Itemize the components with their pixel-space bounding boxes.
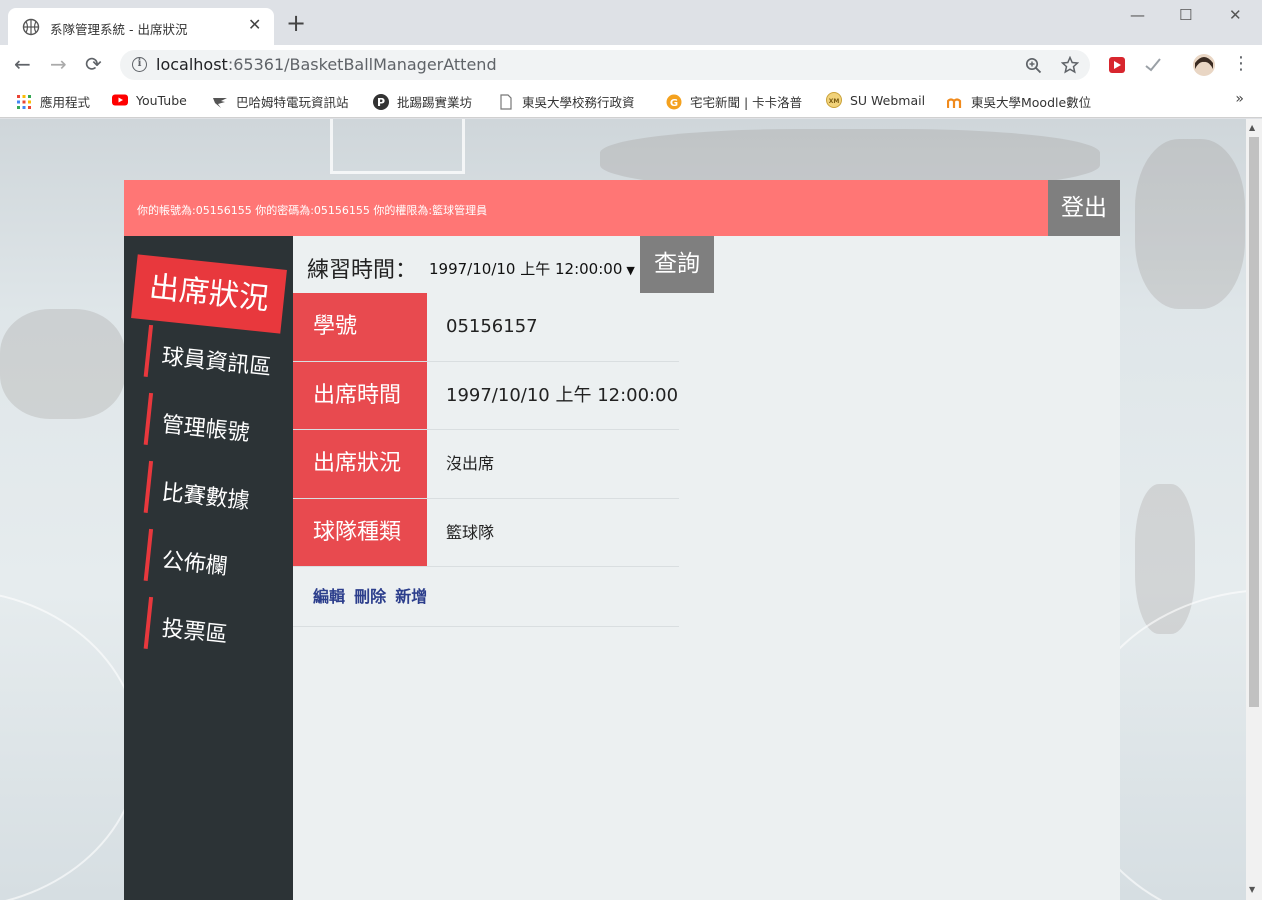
menu-accent-bar bbox=[143, 460, 154, 513]
bookmarks-overflow-icon[interactable]: » bbox=[1235, 91, 1244, 107]
sidebar-item-label: 公佈欄 bbox=[160, 548, 229, 581]
detail-value: 籃球隊 bbox=[446, 522, 495, 542]
scroll-thumb[interactable] bbox=[1249, 137, 1259, 707]
basketball-icon bbox=[22, 18, 40, 36]
gamer-news-icon: G bbox=[666, 94, 682, 109]
bookmark-scu-admin[interactable]: 東吳大學校務行政資 bbox=[498, 92, 635, 111]
close-window-icon[interactable]: ✕ bbox=[1229, 6, 1242, 24]
bookmarks-bar: 應用程式 YouTube 巴哈姆特電玩資訊站 P 批踢踢實業坊 東吳大學校務行政… bbox=[0, 85, 1262, 118]
scroll-down-icon[interactable]: ▼ bbox=[1249, 885, 1255, 894]
browser-toolbar: ← → ⟳ i localhost:65361/BasketBallManage… bbox=[0, 45, 1262, 85]
page-icon bbox=[500, 93, 512, 110]
sidebar-item-game-stats[interactable]: 比賽數據 bbox=[143, 460, 289, 527]
sidebar-item-label: 投票區 bbox=[160, 616, 229, 649]
practice-time-label: 練習時間： bbox=[307, 258, 418, 283]
address-bar[interactable]: i localhost:65361/BasketBallManagerAtten… bbox=[120, 50, 1090, 80]
detail-row: 出席狀況 沒出席 bbox=[293, 430, 679, 499]
crowd-decoration bbox=[1135, 139, 1245, 309]
sidebar-item-voting[interactable]: 投票區 bbox=[143, 596, 289, 663]
detail-value: 05156157 bbox=[446, 316, 538, 337]
detail-row: 出席時間 1997/10/10 上午 12:00:00 bbox=[293, 361, 679, 430]
info-icon[interactable]: i bbox=[132, 57, 147, 72]
detail-value: 沒出席 bbox=[446, 454, 495, 473]
sidebar-item-player-info[interactable]: 球員資訊區 bbox=[143, 324, 289, 391]
extension-play-icon[interactable] bbox=[1108, 56, 1126, 74]
detail-row: 球隊種類 籃球隊 bbox=[293, 498, 679, 567]
bookmark-gamer-news[interactable]: G 宅宅新聞 | 卡卡洛普 bbox=[666, 92, 802, 111]
logout-button[interactable]: 登出 bbox=[1048, 180, 1120, 236]
sidebar-item-label: 球員資訊區 bbox=[160, 344, 273, 381]
star-icon[interactable] bbox=[1061, 56, 1079, 74]
zoom-icon[interactable] bbox=[1025, 57, 1042, 74]
bookmark-apps[interactable]: 應用程式 bbox=[16, 92, 90, 111]
forward-icon[interactable]: → bbox=[50, 53, 67, 75]
sidebar: 出席狀況 球員資訊區 管理帳號 比賽數據 公佈欄 投票區 bbox=[124, 236, 293, 900]
dropdown-caret-icon: ▼ bbox=[626, 264, 635, 277]
moodle-icon bbox=[947, 97, 962, 108]
bookmark-su-webmail[interactable]: ΧΜ SU Webmail bbox=[826, 92, 925, 108]
practice-time-select[interactable]: 1997/10/10 上午 12:00:00 ▼ bbox=[429, 258, 635, 279]
bookmark-scu-moodle[interactable]: 東吳大學Moodle數位 bbox=[947, 92, 1091, 111]
page-scrollbar[interactable]: ▲ ▼ bbox=[1246, 119, 1262, 900]
detail-key: 出席時間 bbox=[293, 361, 427, 429]
webmail-icon: ΧΜ bbox=[826, 92, 842, 108]
detail-value: 1997/10/10 上午 12:00:00 bbox=[446, 384, 679, 406]
bahamut-dragon-icon bbox=[213, 97, 227, 108]
minimize-icon[interactable]: — bbox=[1130, 6, 1145, 24]
sidebar-item-label: 比賽數據 bbox=[160, 480, 251, 515]
sidebar-item-manage-accounts[interactable]: 管理帳號 bbox=[143, 392, 289, 459]
ptt-p-icon: P bbox=[373, 93, 389, 110]
account-bar: 你的帳號為:05156155 你的密碼為:05156155 你的權限為:籃球管理… bbox=[124, 180, 1048, 236]
avatar[interactable] bbox=[1192, 53, 1216, 77]
browser-tab-strip: 系隊管理系統 - 出席狀況 ✕ + — ☐ ✕ bbox=[0, 0, 1262, 45]
check-extension-icon[interactable] bbox=[1144, 56, 1162, 74]
maximize-icon[interactable]: ☐ bbox=[1179, 6, 1192, 24]
action-links: 編輯 刪除 新增 bbox=[293, 567, 679, 627]
new-tab-button[interactable]: + bbox=[286, 11, 306, 35]
detail-key: 出席狀況 bbox=[293, 430, 427, 498]
bookmark-bahamut[interactable]: 巴哈姆特電玩資訊站 bbox=[212, 92, 349, 111]
youtube-icon bbox=[112, 94, 128, 106]
app-panel: 你的帳號為:05156155 你的密碼為:05156155 你的權限為:籃球管理… bbox=[124, 180, 1120, 900]
attendance-detail: 學號 05156157 出席時間 1997/10/10 上午 12:00:00 … bbox=[293, 293, 679, 627]
apps-grid-icon bbox=[17, 94, 31, 109]
detail-key: 球隊種類 bbox=[293, 498, 427, 566]
url-text: localhost:65361/BasketBallManagerAttend bbox=[156, 55, 497, 74]
close-tab-icon[interactable]: ✕ bbox=[248, 15, 261, 34]
bookmark-ptt[interactable]: P 批踢踢實業坊 bbox=[373, 92, 472, 111]
menu-accent-bar bbox=[143, 392, 154, 445]
sidebar-item-bulletin[interactable]: 公佈欄 bbox=[143, 528, 289, 595]
sidebar-item-attendance[interactable]: 出席狀況 bbox=[131, 254, 287, 334]
detail-row: 學號 05156157 bbox=[293, 293, 679, 362]
scroll-up-icon[interactable]: ▲ bbox=[1249, 123, 1255, 132]
detail-key: 學號 bbox=[293, 293, 427, 361]
menu-accent-bar bbox=[143, 528, 154, 581]
menu-accent-bar bbox=[143, 324, 154, 377]
query-button[interactable]: 查詢 bbox=[640, 236, 714, 293]
tab-title: 系隊管理系統 - 出席狀況 bbox=[50, 22, 188, 37]
delete-link[interactable]: 刪除 bbox=[354, 587, 386, 606]
account-info: 你的帳號為:05156155 你的密碼為:05156155 你的權限為:籃球管理… bbox=[137, 204, 488, 217]
sidebar-item-label: 管理帳號 bbox=[160, 412, 251, 447]
svg-text:P: P bbox=[377, 96, 385, 109]
menu-accent-bar bbox=[143, 596, 154, 649]
edit-link[interactable]: 編輯 bbox=[313, 587, 345, 606]
court-line-decoration bbox=[0, 589, 140, 900]
svg-text:ΧΜ: ΧΜ bbox=[829, 98, 840, 105]
basketball-hoop-decoration bbox=[330, 119, 465, 174]
browser-tab[interactable]: 系隊管理系統 - 出席狀況 ✕ bbox=[8, 8, 274, 45]
crowd-decoration bbox=[0, 309, 125, 419]
svg-text:G: G bbox=[670, 98, 678, 109]
reload-icon[interactable]: ⟳ bbox=[85, 53, 102, 75]
add-link[interactable]: 新增 bbox=[395, 587, 427, 606]
kebab-menu-icon[interactable]: ⋮ bbox=[1232, 53, 1250, 75]
main-content: 練習時間： 1997/10/10 上午 12:00:00 ▼ 查詢 學號 0515… bbox=[293, 236, 1120, 900]
back-icon[interactable]: ← bbox=[14, 53, 31, 75]
bookmark-youtube[interactable]: YouTube bbox=[112, 92, 187, 108]
